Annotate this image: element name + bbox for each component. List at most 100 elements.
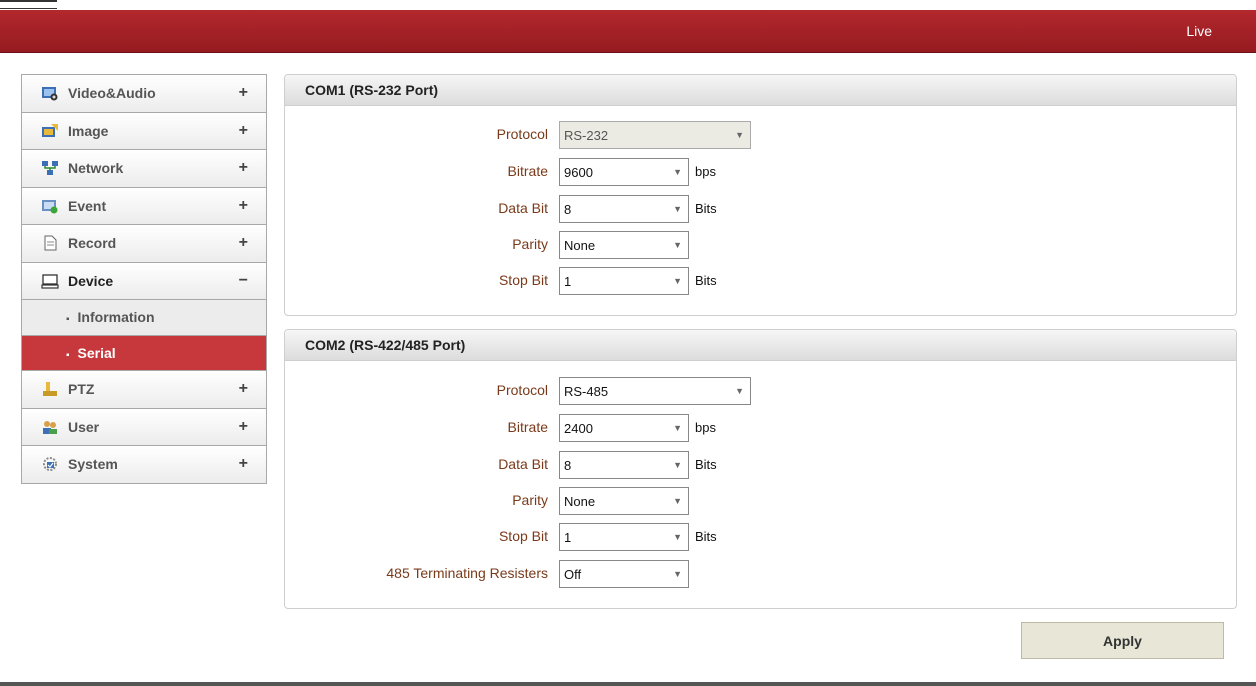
parity-label: Parity: [512, 236, 548, 252]
bullet-icon: ▪: [66, 314, 70, 326]
bitrate-label: Bitrate: [507, 163, 548, 179]
dropdown-arrow-icon: ▼: [673, 167, 682, 177]
record-icon: [40, 235, 60, 251]
com1-parity-row: Parity None ▼: [285, 231, 1236, 259]
bitrate-unit: bps: [695, 420, 716, 435]
event-icon: [40, 198, 60, 214]
com2-parity-select[interactable]: None ▼: [559, 487, 689, 515]
network-icon: [40, 160, 60, 176]
sidebar-item-label: System: [68, 456, 118, 473]
sidebar-menu: Video&Audio + Image + Network + Event + …: [21, 74, 267, 484]
select-value: None: [564, 494, 596, 509]
termination-label: 485 Terminating Resisters: [386, 565, 548, 581]
sidebar-item-record[interactable]: Record +: [22, 225, 266, 263]
user-icon: [40, 419, 60, 435]
system-icon: [40, 456, 60, 472]
stopbit-label: Stop Bit: [498, 272, 548, 288]
sidebar-item-network[interactable]: Network +: [22, 150, 266, 188]
select-value: RS-485: [564, 384, 609, 399]
databit-label: Data Bit: [498, 456, 548, 472]
dropdown-arrow-icon: ▼: [673, 460, 682, 470]
sidebar-item-label: PTZ: [68, 381, 95, 398]
sidebar-item-ptz[interactable]: PTZ +: [22, 371, 266, 409]
device-icon: [40, 273, 60, 289]
expand-icon: +: [238, 121, 248, 139]
com1-stopbit-select[interactable]: 1 ▼: [559, 267, 689, 295]
video-audio-icon: [40, 85, 60, 101]
sidebar-subitem-serial[interactable]: ▪ Serial: [22, 335, 266, 371]
live-link[interactable]: Live: [1186, 23, 1212, 39]
expand-icon: +: [238, 234, 248, 251]
sidebar-item-device[interactable]: Device −: [22, 262, 266, 300]
sidebar-item-user[interactable]: User +: [22, 408, 266, 446]
dropdown-arrow-icon: ▼: [673, 532, 682, 542]
com2-title: COM2 (RS-422/485 Port): [285, 330, 1236, 361]
expand-icon: +: [238, 455, 248, 472]
dropdown-arrow-icon: ▼: [673, 423, 682, 433]
com1-bitrate-select[interactable]: 9600 ▼: [559, 158, 689, 186]
sidebar-subitem-label: ▪ Information: [66, 309, 155, 325]
sidebar-item-label: Device: [68, 272, 114, 289]
com2-databit-select[interactable]: 8 ▼: [559, 451, 689, 479]
sidebar-item-image[interactable]: Image +: [22, 112, 266, 150]
com1-databit-row: Data Bit 8 ▼ Bits: [285, 195, 1236, 223]
dropdown-arrow-icon: ▼: [735, 386, 744, 396]
protocol-label: Protocol: [496, 126, 548, 142]
subitem-text: Information: [77, 309, 155, 326]
com2-databit-row: Data Bit 8 ▼ Bits: [285, 451, 1236, 479]
sidebar-item-label: Event: [68, 197, 107, 214]
dropdown-arrow-icon: ▼: [673, 569, 682, 579]
expand-icon: +: [238, 196, 248, 214]
com1-panel: COM1 (RS-232 Port) Protocol RS-232 ▼ Bit…: [284, 74, 1237, 316]
header-bar: Live: [0, 10, 1256, 53]
bullet-icon: ▪: [66, 349, 70, 361]
sidebar-item-label: Video&Audio: [68, 85, 156, 102]
bitrate-unit: bps: [695, 164, 716, 179]
sidebar-item-label: User: [68, 418, 100, 435]
select-value: None: [564, 238, 596, 253]
dropdown-arrow-icon: ▼: [673, 496, 682, 506]
select-value: 1: [564, 274, 572, 289]
dropdown-arrow-icon: ▼: [735, 130, 744, 140]
sidebar-item-label: Record: [68, 235, 117, 252]
select-value: Off: [564, 567, 582, 582]
sidebar-item-label: Image: [68, 122, 109, 139]
select-value: 2400: [564, 421, 593, 436]
dropdown-arrow-icon: ▼: [673, 276, 682, 286]
image-icon: [40, 123, 60, 139]
top-tab[interactable]: [0, 0, 57, 9]
com2-termination-select[interactable]: Off ▼: [559, 560, 689, 588]
sidebar-subitem-information[interactable]: ▪ Information: [22, 300, 266, 336]
select-value: 1: [564, 530, 572, 545]
com1-protocol-row: Protocol RS-232 ▼: [285, 121, 1236, 149]
expand-icon: +: [238, 380, 248, 397]
sidebar-item-video-audio[interactable]: Video&Audio +: [22, 75, 266, 113]
com2-protocol-row: Protocol RS-485 ▼: [285, 377, 1236, 405]
com2-stopbit-row: Stop Bit 1 ▼ Bits: [285, 523, 1236, 551]
footer-divider: [0, 682, 1256, 686]
subitem-text: Serial: [77, 344, 116, 361]
ptz-icon: [40, 381, 60, 397]
com1-protocol-select: RS-232 ▼: [559, 121, 751, 149]
databit-label: Data Bit: [498, 200, 548, 216]
com1-stopbit-row: Stop Bit 1 ▼ Bits: [285, 267, 1236, 295]
com1-databit-select[interactable]: 8 ▼: [559, 195, 689, 223]
sidebar-item-system[interactable]: System +: [22, 446, 266, 484]
com2-stopbit-select[interactable]: 1 ▼: [559, 523, 689, 551]
com2-bitrate-select[interactable]: 2400 ▼: [559, 414, 689, 442]
parity-label: Parity: [512, 492, 548, 508]
stopbit-unit: Bits: [695, 529, 717, 544]
sidebar-item-event[interactable]: Event +: [22, 187, 266, 225]
com2-panel: COM2 (RS-422/485 Port) Protocol RS-485 ▼…: [284, 329, 1237, 609]
dropdown-arrow-icon: ▼: [673, 204, 682, 214]
apply-button[interactable]: Apply: [1021, 622, 1224, 659]
com2-bitrate-row: Bitrate 2400 ▼ bps: [285, 414, 1236, 442]
com1-parity-select[interactable]: None ▼: [559, 231, 689, 259]
com1-bitrate-row: Bitrate 9600 ▼ bps: [285, 158, 1236, 186]
dropdown-arrow-icon: ▼: [673, 240, 682, 250]
databit-unit: Bits: [695, 201, 717, 216]
stopbit-unit: Bits: [695, 273, 717, 288]
select-value: RS-232: [564, 128, 609, 143]
databit-unit: Bits: [695, 457, 717, 472]
com2-protocol-select[interactable]: RS-485 ▼: [559, 377, 751, 405]
